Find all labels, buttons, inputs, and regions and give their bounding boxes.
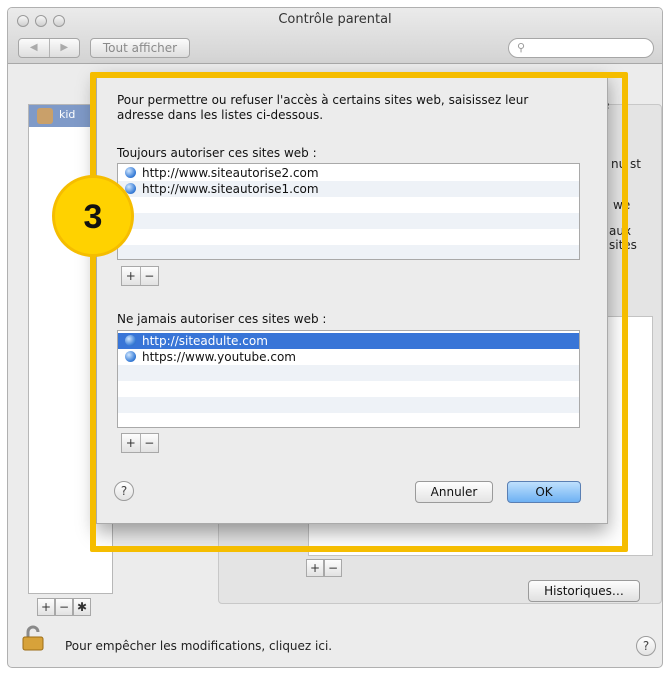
lock-message: Pour empêcher les modifications, cliquez… xyxy=(65,639,333,653)
highlight-frame xyxy=(90,72,628,552)
gear-icon[interactable]: ✱ xyxy=(73,598,91,616)
lock-icon[interactable] xyxy=(22,625,44,651)
step-number-badge: 3 xyxy=(52,175,134,257)
remove-site-button[interactable]: − xyxy=(324,559,342,577)
window-title: Contrôle parental xyxy=(278,12,392,27)
back-forward-control[interactable]: ◀ ▶ xyxy=(18,38,80,58)
user-name: kid xyxy=(59,108,76,121)
history-button[interactable]: Historiques… xyxy=(528,580,640,602)
show-all-button[interactable]: Tout afficher xyxy=(90,38,190,58)
add-user-button[interactable]: + xyxy=(37,598,55,616)
title-bar: Contrôle parental ◀ ▶ Tout afficher ⚲ xyxy=(8,8,662,64)
search-icon: ⚲ xyxy=(517,41,526,54)
remove-user-button[interactable]: − xyxy=(55,598,73,616)
add-site-button[interactable]: + xyxy=(306,559,324,577)
forward-icon[interactable]: ▶ xyxy=(50,39,80,57)
help-button[interactable]: ? xyxy=(636,636,656,656)
user-avatar xyxy=(37,108,53,124)
search-field[interactable]: ⚲ xyxy=(508,38,654,58)
back-icon[interactable]: ◀ xyxy=(19,39,50,57)
